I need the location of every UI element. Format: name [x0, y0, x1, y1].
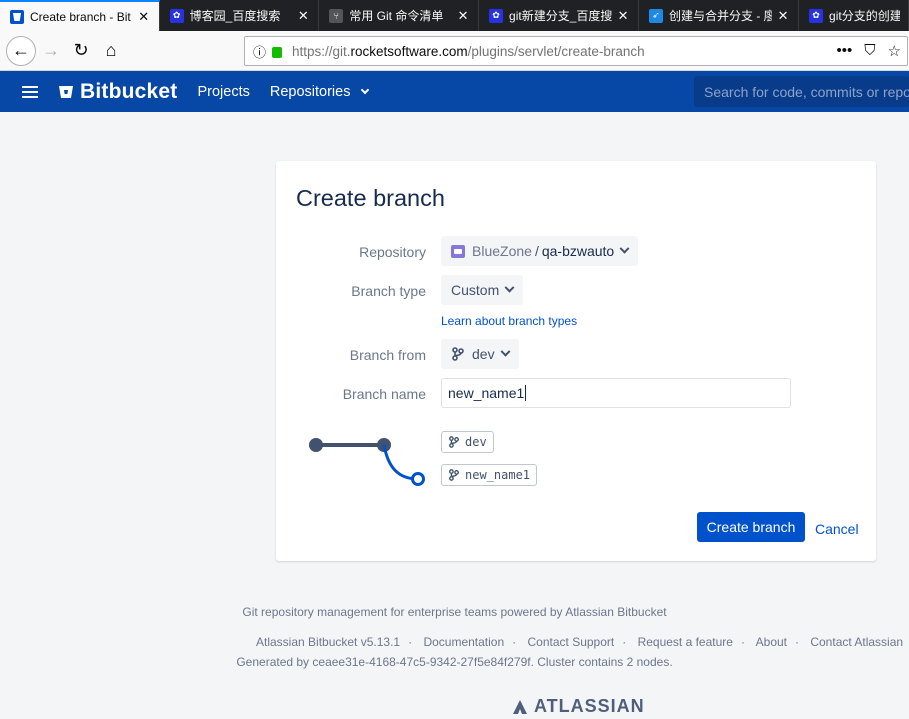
bookmark-star-icon[interactable]: ☆ — [888, 42, 901, 60]
branch-name-value: new_name1 — [448, 385, 525, 401]
search-input[interactable]: Search for code, commits or repos — [694, 76, 909, 107]
bitbucket-icon — [10, 9, 24, 24]
url-path: /plugins/servlet/create-branch — [467, 43, 645, 59]
diagram-source-label: dev — [465, 435, 487, 449]
chevron-down-icon — [619, 243, 630, 254]
branch-from-selector[interactable]: dev — [441, 339, 519, 369]
branch-type-value: Custom — [451, 282, 500, 298]
nav-repositories[interactable]: Repositories — [269, 83, 369, 100]
footer-contact-support-link[interactable]: Contact Support — [528, 635, 615, 649]
app-header: Bitbucket Projects Repositories Search f… — [0, 71, 909, 112]
tab-title: git分支的创建、 — [829, 9, 901, 23]
diagram-new-branch: new_name1 — [441, 464, 538, 486]
diagram-source-branch: dev — [441, 431, 494, 453]
browser-tab[interactable]: ✿ 博客园_百度搜索 ✕ — [159, 0, 320, 31]
repository-selector[interactable]: BlueZone / qa-bzwauto — [441, 236, 639, 266]
page-title: Create branch — [296, 185, 445, 211]
footer-contact-atlassian-link[interactable]: Contact Atlassian — [810, 635, 903, 649]
atlassian-logo[interactable]: ATLASSIAN — [512, 696, 645, 717]
branch-type-selector[interactable]: Custom — [441, 275, 524, 305]
home-icon[interactable]: ⌂ — [96, 36, 126, 66]
footer-documentation-link[interactable]: Documentation — [423, 635, 504, 649]
footer-about-link[interactable]: About — [756, 635, 787, 649]
cancel-link[interactable]: Cancel — [815, 521, 859, 537]
footer-links: Atlassian Bitbucket v5.13.1 · Documentati… — [256, 635, 904, 649]
browser-tab[interactable]: Create branch - Bit ✕ — [0, 0, 160, 31]
repository-name: qa-bzwauto — [541, 243, 615, 259]
branch-name-label: Branch name — [342, 386, 426, 402]
footer-tagline: Git repository management for enterprise… — [242, 605, 667, 619]
browser-tab[interactable]: ✿ git分支的创建、 — [799, 0, 909, 31]
nav-projects[interactable]: Projects — [197, 84, 249, 100]
branch-icon — [449, 436, 459, 448]
baidu-paw-icon: ✿ — [169, 8, 184, 23]
repository-project: BlueZone — [472, 243, 532, 259]
browser-tab[interactable]: ✿ git新建分支_百度搜 ✕ — [479, 0, 640, 31]
close-tab-icon[interactable]: ✕ — [137, 9, 151, 25]
lock-icon — [272, 46, 283, 58]
close-tab-icon[interactable]: ✕ — [456, 8, 470, 24]
back-arrow-icon[interactable]: ← — [6, 35, 36, 66]
folder-icon — [451, 244, 465, 258]
url-bar[interactable]: ⓘ https://git. rocketsoftware.com/plugins… — [244, 36, 908, 66]
footer-generated: Generated by ceaee31e-4168-47c5-9342-27f… — [236, 655, 673, 669]
create-branch-form: Create branch Repository BlueZone / qa-b… — [276, 161, 876, 561]
create-branch-button[interactable]: Create branch — [697, 512, 805, 542]
browser-toolbar: ← → ↻ ⌂ ⓘ https://git. rocketsoftware.com… — [0, 31, 909, 71]
repository-separator: / — [534, 243, 539, 259]
branch-name-input[interactable]: new_name1 — [441, 378, 791, 408]
nav-repositories-label: Repositories — [269, 83, 351, 100]
repository-label: Repository — [359, 244, 426, 260]
baidu-paw-icon: ✿ — [809, 8, 824, 23]
pocket-icon[interactable]: ⛉ — [864, 42, 875, 60]
chevron-down-icon — [500, 346, 511, 357]
tab-title: 常用 Git 命令清单 — [349, 9, 444, 23]
branch-from-label: Branch from — [349, 347, 426, 363]
more-actions-icon[interactable]: ••• — [837, 42, 853, 60]
close-tab-icon[interactable]: ✕ — [776, 8, 790, 24]
reload-icon[interactable]: ↻ — [66, 36, 96, 66]
chevron-down-icon — [360, 85, 369, 94]
rocket-icon: ➶ — [649, 8, 664, 23]
footer-request-feature-link[interactable]: Request a feature — [638, 635, 733, 649]
branch-from-value: dev — [472, 346, 495, 362]
tab-title: Create branch - Bit — [30, 9, 131, 24]
tab-title: git新建分支_百度搜 — [509, 9, 613, 23]
branch-type-label: Branch type — [351, 283, 426, 299]
logo-text: Bitbucket — [80, 79, 178, 103]
chevron-down-icon — [504, 282, 515, 293]
browser-tab-strip: Create branch - Bit ✕ ✿ 博客园_百度搜索 ✕ ⑂ 常用 … — [0, 0, 909, 31]
url-prefix: https://git. — [292, 43, 351, 59]
browser-tab[interactable]: ⑂ 常用 Git 命令清单 ✕ — [319, 0, 480, 31]
bitbucket-logo[interactable]: Bitbucket — [58, 80, 177, 104]
git-icon: ⑂ — [329, 8, 344, 23]
atlassian-wordmark: ATLASSIAN — [534, 696, 645, 716]
branch-icon — [452, 347, 464, 361]
footer-version-link[interactable]: Atlassian Bitbucket v5.13.1 — [256, 635, 400, 649]
bitbucket-icon — [59, 85, 73, 98]
learn-branch-types-link[interactable]: Learn about branch types — [441, 314, 577, 328]
close-tab-icon[interactable]: ✕ — [616, 8, 630, 24]
url-host: rocketsoftware.com — [350, 43, 468, 59]
browser-tab[interactable]: ➶ 创建与合并分支 - 廖 ✕ — [639, 0, 800, 31]
forward-arrow-icon[interactable]: → — [36, 36, 66, 66]
close-tab-icon[interactable]: ✕ — [296, 8, 310, 24]
tab-title: 创建与合并分支 - 廖 — [669, 9, 773, 23]
diagram-new-label: new_name1 — [465, 468, 531, 482]
text-caret — [525, 385, 527, 401]
tab-title: 博客园_百度搜索 — [189, 9, 281, 23]
info-icon[interactable]: ⓘ — [253, 42, 266, 61]
branch-icon — [449, 469, 459, 481]
branch-diagram — [309, 438, 425, 486]
atlassian-icon — [513, 699, 527, 714]
menu-icon[interactable] — [22, 83, 38, 101]
baidu-paw-icon: ✿ — [489, 8, 504, 23]
